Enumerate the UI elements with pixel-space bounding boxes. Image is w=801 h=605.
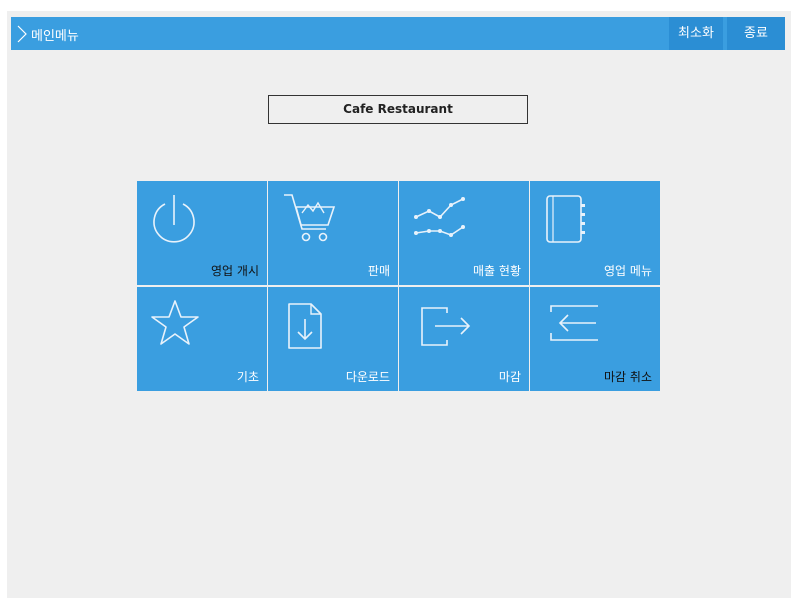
title-bar: 메인메뉴 최소화 종료: [11, 17, 785, 50]
tile-label: 영업 메뉴: [604, 264, 652, 278]
tile-business-menu[interactable]: 영업 메뉴: [530, 181, 660, 285]
tile-label: 마감: [498, 370, 521, 384]
enter-arrow-icon: [550, 305, 598, 341]
download-file-icon: [288, 303, 322, 349]
tile-label: 판매: [367, 264, 390, 278]
tile-label: 기초: [236, 370, 259, 384]
star-icon: [151, 300, 199, 345]
tile-download[interactable]: 다운로드: [268, 287, 398, 391]
exit-button[interactable]: 종료: [727, 17, 785, 50]
store-name: Cafe Restaurant: [268, 95, 528, 124]
tile-closing[interactable]: 마감: [399, 287, 529, 391]
tile-sales[interactable]: 판매: [268, 181, 398, 285]
tile-cancel-closing[interactable]: 마감 취소: [530, 287, 660, 391]
shopping-cart-icon: [284, 194, 336, 242]
tile-label: 다운로드: [345, 370, 390, 384]
tile-label: 영업 개시: [211, 264, 259, 278]
tile-open-business[interactable]: 영업 개시: [137, 181, 267, 285]
tile-basics[interactable]: 기초: [137, 287, 267, 391]
tile-sales-status[interactable]: 매출 현황: [399, 181, 529, 285]
power-icon: [153, 195, 195, 243]
tile-label: 마감 취소: [604, 370, 652, 384]
notebook-icon: [546, 195, 585, 243]
chevron-right-icon: [17, 25, 27, 43]
minimize-button[interactable]: 최소화: [669, 17, 723, 50]
line-chart-icon: [414, 197, 465, 237]
exit-arrow-icon: [421, 307, 471, 346]
main-menu-window: 메인메뉴 최소화 종료 Cafe Restaurant 영업 개시 판매 매출 …: [7, 11, 791, 598]
window-title: 메인메뉴: [31, 29, 79, 44]
tile-label: 매출 현황: [473, 264, 521, 278]
